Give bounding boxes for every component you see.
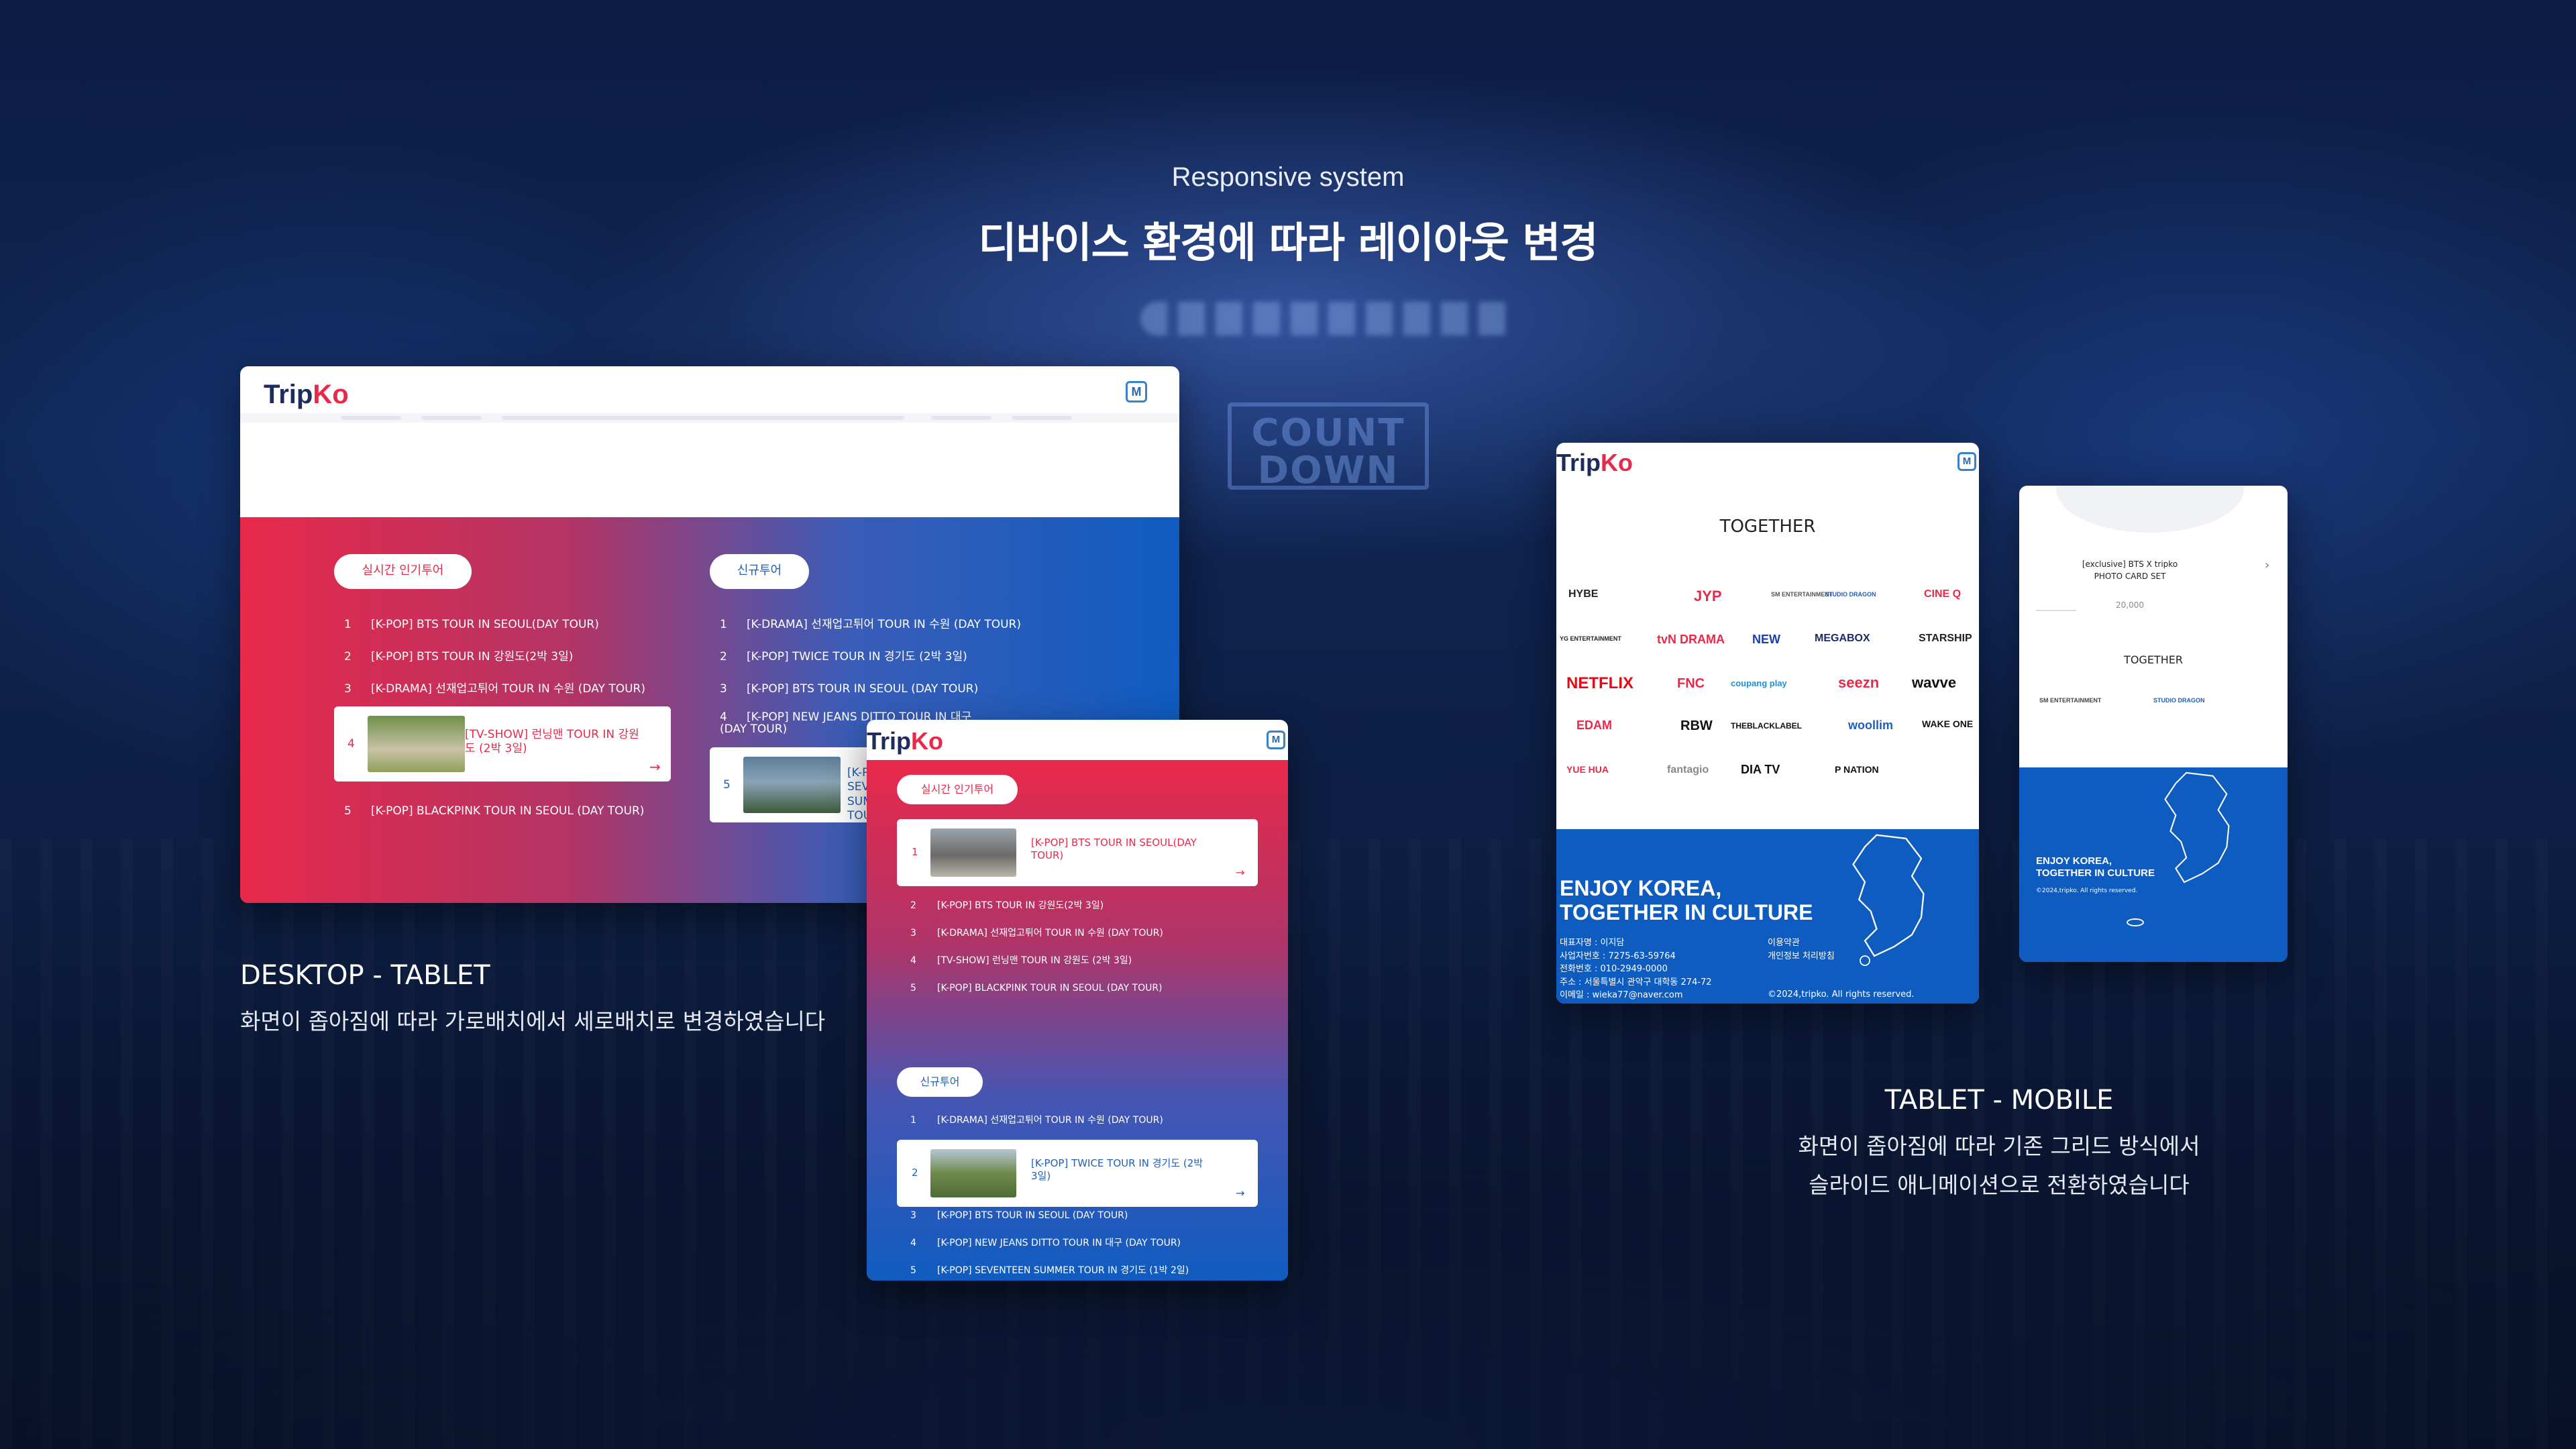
tablet-mobile-caption-desc: 슬라이드 애니메이션으로 전환하였습니다 [1809, 1172, 2190, 1198]
menu-icon[interactable]: M [1957, 452, 1976, 471]
chevron-right-icon[interactable]: › [2265, 559, 2269, 572]
tour-thumbnail [930, 828, 1016, 877]
popular-item[interactable]: 4 [TV-SHOW] 런닝맨 TOUR IN 강원도 (2박 3일) [910, 956, 1132, 965]
footer-slogan: TOGETHER IN CULTURE [2036, 867, 2155, 879]
partner-logo: P NATION [1835, 764, 1879, 775]
new-item[interactable]: 3 [K-POP] BTS TOUR IN SEOUL (DAY TOUR) [910, 1211, 1128, 1220]
new-item[interactable]: 1 [K-DRAMA] 선재업고튀어 TOUR IN 수원 (DAY TOUR) [720, 619, 1021, 631]
terms-link[interactable]: 이용약관 [1768, 936, 1835, 950]
nav-bar-placeholder [240, 413, 1179, 423]
tripko-logo[interactable]: TripKo [867, 729, 943, 753]
partner-logo: wavve [1912, 674, 1957, 691]
together-heading: TOGETHER [2124, 653, 2183, 666]
partner-logo: RBW [1680, 718, 1713, 733]
product-image-placeholder [2056, 486, 2244, 533]
footer-links[interactable]: 이용약관 개인정보 처리방침 [1768, 936, 1835, 963]
stage-lights [1140, 302, 1516, 335]
menu-icon[interactable]: M [1267, 731, 1285, 749]
new-item[interactable]: 2 [K-POP] TWICE TOUR IN 경기도 (2박 3일) [720, 651, 967, 663]
product-subtitle: PHOTO CARD SET [2094, 572, 2166, 581]
product-price: 20,000 [2116, 600, 2144, 610]
tablet-mobile-caption-desc: 화면이 좁아짐에 따라 기존 그리드 방식에서 [1798, 1133, 2200, 1159]
partner-logo: seezn [1838, 674, 1880, 691]
privacy-link[interactable]: 개인정보 처리방침 [1768, 950, 1835, 963]
tablet-mobile-caption-title: TABLET - MOBILE [1884, 1085, 2114, 1116]
tablet-partners-preview: TripKo M TOGETHER HYBE JYP SM ENTERTAINM… [1556, 443, 1979, 1004]
new-item[interactable]: 1 [K-DRAMA] 선재업고튀어 TOUR IN 수원 (DAY TOUR) [910, 1116, 1163, 1125]
partner-logo: DIA TV [1741, 763, 1780, 776]
popular-item[interactable]: 2 [K-POP] BTS TOUR IN 강원도(2박 3일) [344, 651, 573, 663]
arrow-right-icon: → [1236, 1187, 1245, 1199]
popular-item[interactable]: 2 [K-POP] BTS TOUR IN 강원도(2박 3일) [910, 901, 1104, 910]
desktop-tablet-caption-title: DESKTOP - TABLET [240, 960, 490, 991]
mobile-preview: › [exclusive] BTS X tripko PHOTO CARD SE… [2019, 486, 2288, 962]
arrow-right-icon: → [1236, 866, 1245, 879]
new-item[interactable]: 3 [K-POP] BTS TOUR IN SEOUL (DAY TOUR) [720, 684, 978, 695]
site-footer: ENJOY KOREA, TOGETHER IN CULTURE ©2024,t… [2019, 767, 2288, 962]
popular-item-featured[interactable]: 1 [K-POP] BTS TOUR IN SEOUL(DAY TOUR) → [897, 819, 1258, 886]
partner-logo: YG ENTERTAINMENT [1560, 635, 1621, 642]
footer-slogan: ENJOY KOREA, [2036, 855, 2112, 867]
partner-logo: coupang play [1731, 678, 1787, 688]
site-footer: ENJOY KOREA, TOGETHER IN CULTURE 대표자명 : … [1556, 829, 1979, 1004]
partner-logo: STUDIO DRAGON [2153, 697, 2205, 704]
partner-logo: tvN DRAMA [1657, 633, 1725, 646]
copyright: ©2024,tripko. All rights reserved. [2036, 888, 2138, 894]
tour-thumbnail [743, 757, 841, 813]
new-tour-label[interactable]: 신규투어 [710, 554, 809, 589]
partner-logo: WAKE ONE [1922, 718, 1974, 729]
popular-tour-label[interactable]: 실시간 인기투어 [897, 775, 1018, 804]
partner-logo: YUE HUA [1566, 764, 1609, 775]
popular-item[interactable]: 3 [K-DRAMA] 선재업고튀어 TOUR IN 수원 (DAY TOUR) [344, 684, 645, 695]
new-tour-label[interactable]: 신규투어 [897, 1067, 983, 1097]
partner-logo: SM ENTERTAINMENT [2039, 697, 2102, 704]
partner-logo: fantagio [1667, 764, 1709, 775]
popular-item[interactable]: 5 [K-POP] BLACKPINK TOUR IN SEOUL (DAY TO… [910, 983, 1163, 993]
partner-logo: woollim [1848, 718, 1893, 732]
partner-logo: MEGABOX [1815, 633, 1870, 644]
new-item[interactable]: 5 [K-POP] SEVENTEEN SUMMER TOUR IN 경기도 (1… [910, 1266, 1189, 1275]
popular-new-section: 실시간 인기투어 1 [K-POP] BTS TOUR IN SEOUL(DAY… [867, 760, 1288, 1281]
partner-logo: STUDIO DRAGON [1825, 591, 1876, 598]
desktop-tablet-caption-desc: 화면이 좁아짐에 따라 가로배치에서 세로배치로 변경하였습니다 [240, 1008, 826, 1034]
tripko-logo[interactable]: TripKo [264, 381, 349, 408]
new-item[interactable]: 4 [K-POP] NEW JEANS DITTO TOUR IN 대구 (DAY… [910, 1238, 1181, 1248]
popular-item-featured[interactable]: 4 [TV-SHOW] 런닝맨 TOUR IN 강원도 (2박 3일) → [334, 706, 671, 782]
partner-logo: JYP [1694, 588, 1722, 604]
company-info: 대표자명 : 이지담 사업자번호 : 7275-63-59764 전화번호 : 01… [1560, 938, 1712, 1000]
divider [2036, 610, 2076, 611]
together-heading: TOGETHER [1719, 517, 1816, 537]
korea-map-icon [2164, 771, 2230, 883]
new-item-featured[interactable]: 2 [K-POP] TWICE TOUR IN 경기도 (2박 3일) → [897, 1140, 1258, 1207]
partner-logo: NEW [1752, 633, 1780, 646]
section-title: 디바이스 환경에 따라 레이아웃 변경 [978, 218, 1599, 267]
tour-thumbnail [368, 716, 465, 772]
partner-logo: EDAM [1576, 718, 1612, 732]
arrow-right-icon: → [649, 759, 661, 775]
popular-tour-label[interactable]: 실시간 인기투어 [334, 554, 472, 589]
copyright: ©2024,tripko. All rights reserved. [1768, 989, 1915, 1000]
popular-item[interactable]: 5 [K-POP] BLACKPINK TOUR IN SEOUL (DAY TO… [344, 806, 644, 817]
popular-item[interactable]: 3 [K-DRAMA] 선재업고튀어 TOUR IN 수원 (DAY TOUR) [910, 928, 1163, 938]
popular-item[interactable]: 1 [K-POP] BTS TOUR IN SEOUL(DAY TOUR) [344, 619, 599, 631]
partner-logo: STARSHIP [1919, 633, 1972, 644]
footer-mark [2127, 918, 2144, 926]
tour-thumbnail [930, 1149, 1016, 1197]
partner-logo: NETFLIX [1566, 674, 1633, 692]
tripko-logo[interactable]: TripKo [1556, 451, 1633, 475]
section-subtitle: Responsive system [1171, 162, 1405, 192]
partner-logo: THEBLACKLABEL [1731, 721, 1802, 731]
stage-logo: COUNT DOWN [1228, 402, 1429, 490]
partner-logo: FNC [1677, 676, 1705, 691]
partner-logo: CINE Q [1924, 588, 1962, 600]
product-title[interactable]: [exclusive] BTS X tripko [2019, 559, 2241, 570]
footer-slogan: ENJOY KOREA, [1560, 876, 1722, 900]
tablet-portrait-preview: TripKo M 실시간 인기투어 1 [K-POP] BTS TOUR IN … [867, 720, 1288, 1281]
partner-logo: HYBE [1568, 588, 1599, 600]
footer-slogan: TOGETHER IN CULTURE [1560, 900, 1813, 924]
menu-icon[interactable]: M [1126, 381, 1147, 402]
partner-logo: SM ENTERTAINMENT [1771, 591, 1833, 598]
